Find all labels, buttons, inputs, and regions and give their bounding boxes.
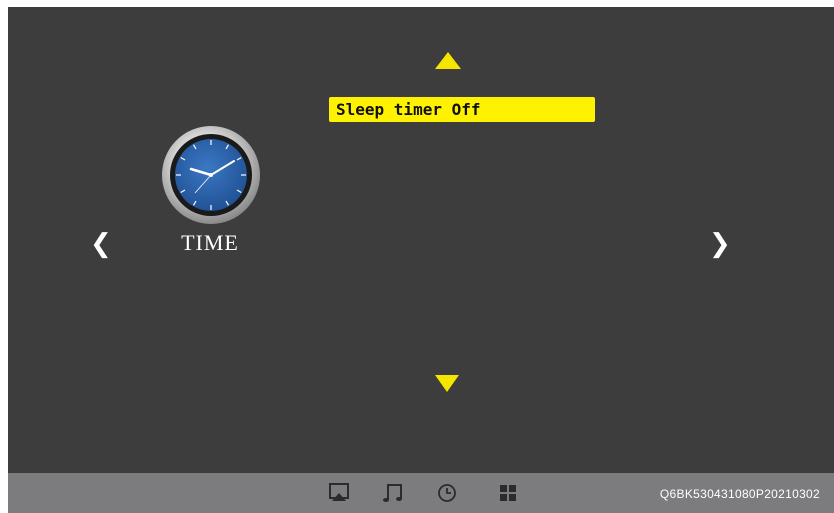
- clock-icon: [161, 125, 261, 225]
- nav-left-arrow-icon[interactable]: ❮: [90, 229, 112, 259]
- menu-item-selected[interactable]: Sleep timer Off: [329, 97, 595, 122]
- picture-icon[interactable]: [327, 481, 351, 505]
- arrow-down-icon[interactable]: [435, 375, 459, 392]
- firmware-version: Q6BK530431080P20210302: [659, 487, 820, 501]
- menu-item-label: Sleep timer Off: [336, 100, 481, 119]
- clock-icon[interactable]: [435, 481, 459, 505]
- apps-grid-icon[interactable]: [497, 481, 521, 505]
- category-label: TIME: [181, 230, 239, 255]
- nav-right-arrow-icon[interactable]: ❯: [709, 229, 731, 259]
- music-icon[interactable]: [381, 481, 405, 505]
- arrow-up-icon[interactable]: [435, 52, 461, 69]
